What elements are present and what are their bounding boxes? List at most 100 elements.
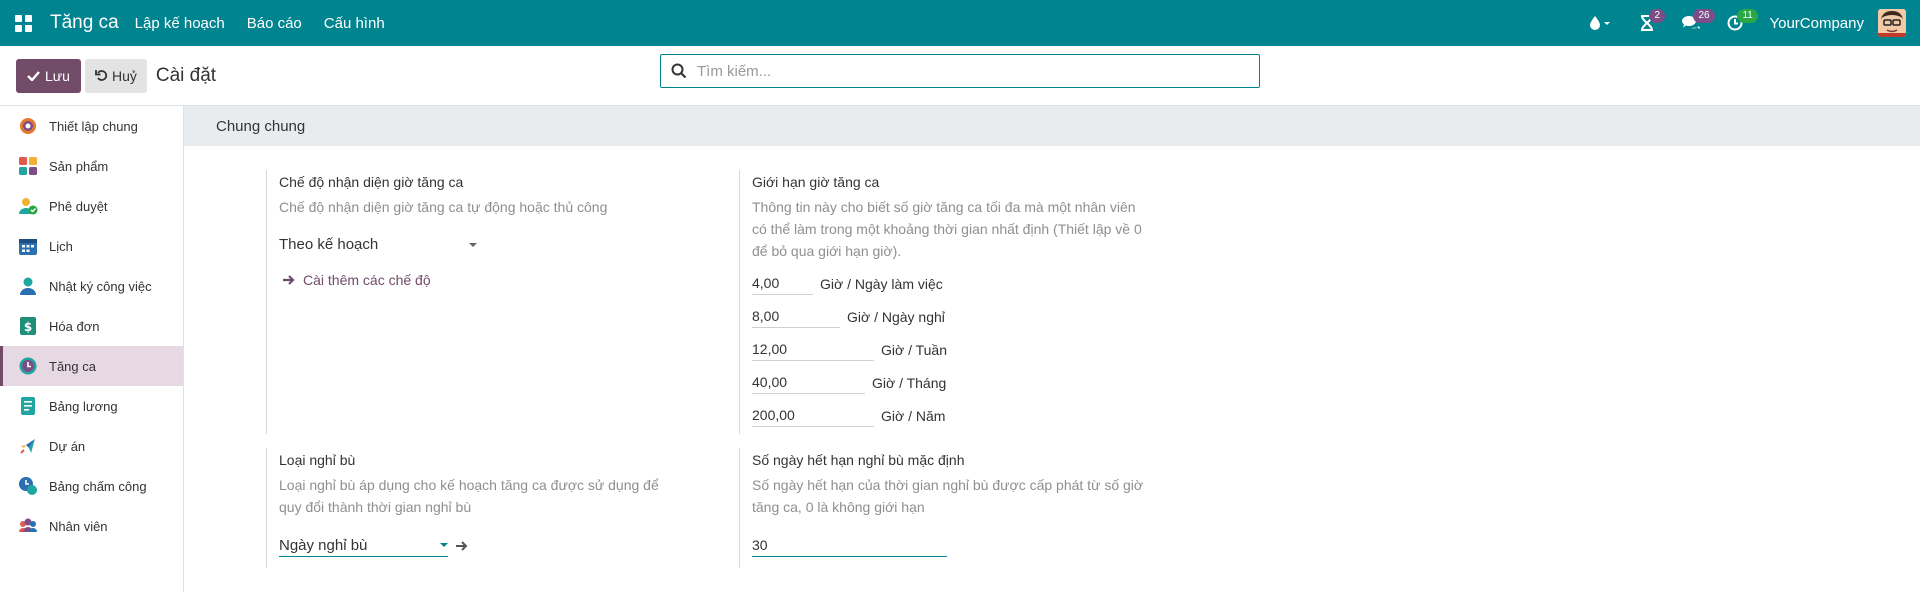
limit-week-unit: Giờ / Tuần [881, 341, 947, 358]
limit-month-unit: Giờ / Tháng [872, 374, 947, 391]
calendar-icon [18, 236, 38, 256]
chevron-down-icon [440, 543, 448, 547]
limit-row-week: 12,00 Giờ / Tuần [752, 338, 1159, 361]
expiry-days-input[interactable]: 30 [752, 534, 947, 557]
employee-icon [18, 516, 38, 536]
sidebar-item-invoice[interactable]: $ Hóa đơn [0, 306, 183, 346]
general-settings-icon [18, 116, 38, 136]
sidebar-item-label: Phê duyệt [49, 198, 108, 214]
approval-icon [18, 196, 38, 216]
sidebar-item-product[interactable]: Sản phẩm [0, 146, 183, 186]
recognition-mode-select[interactable]: Theo kế hoạch [279, 236, 477, 254]
sidebar-item-label: Lịch [49, 238, 73, 254]
search-input[interactable] [697, 62, 1259, 80]
menu-planning[interactable]: Lập kế hoạch [135, 15, 225, 32]
user-avatar[interactable] [1878, 9, 1906, 37]
invoice-icon: $ [18, 316, 38, 336]
setting-recognition-mode: Chế độ nhận diện giờ tăng ca Chế độ nhận… [266, 170, 686, 434]
limit-row-dayoff: 8,00 Giờ / Ngày nghỉ [752, 305, 1159, 328]
limit-workday-input[interactable]: 4,00 [752, 272, 813, 295]
recognition-mode-value: Theo kế hoạch [279, 236, 379, 253]
sidebar-item-label: Tăng ca [49, 358, 96, 374]
arrow-right-icon [283, 275, 295, 285]
product-icon [18, 156, 38, 176]
search-bar [660, 54, 1260, 88]
setting-leave-type: Loại nghỉ bù Loại nghỉ bù áp dụng cho kế… [266, 448, 686, 568]
install-more-modes-link[interactable]: Cài thêm các chế độ [279, 272, 686, 288]
limit-dayoff-input[interactable]: 8,00 [752, 305, 840, 328]
sidebar-item-label: Nhật ký công việc [49, 278, 152, 294]
messages-icon[interactable]: 26 [1678, 0, 1715, 46]
undo-icon [95, 70, 108, 81]
sidebar-item-work-log[interactable]: Nhật ký công việc [0, 266, 183, 306]
project-icon [18, 436, 38, 456]
messages-badge: 26 [1693, 9, 1715, 23]
section-title: Chung chung [184, 106, 1920, 146]
control-panel: Lưu Huỷ Cài đặt [0, 46, 1920, 106]
sidebar-item-employee[interactable]: Nhân viên [0, 506, 183, 546]
limit-title: Giới hạn giờ tăng ca [752, 174, 880, 190]
drop-icon[interactable] [1584, 0, 1616, 46]
install-more-modes-label: Cài thêm các chế độ [303, 272, 431, 288]
leave-type-title: Loại nghỉ bù [279, 452, 356, 468]
limit-desc: Thông tin này cho biết số giờ tăng ca tố… [752, 199, 1142, 259]
svg-text:$: $ [24, 320, 32, 334]
overtime-icon [18, 356, 38, 376]
timesheet-icon [18, 476, 38, 496]
sidebar-item-approval[interactable]: Phê duyệt [0, 186, 183, 226]
sidebar-item-overtime[interactable]: Tăng ca [0, 346, 183, 386]
setting-default-expiry: Số ngày hết hạn nghỉ bù mặc định Số ngày… [739, 448, 1159, 568]
settings-main: Chung chung Chế độ nhận diện giờ tăng ca… [184, 106, 1920, 592]
settings-sidebar: Thiết lập chung Sản phẩm Phê duyệt Lịch … [0, 106, 184, 592]
payroll-icon [18, 396, 38, 416]
top-navbar: Tăng ca Lập kế hoạch Báo cáo Cấu hình 2 … [0, 0, 1920, 46]
limit-row-year: 200,00 Giờ / Năm [752, 404, 1159, 427]
activity-badge: 2 [1649, 9, 1666, 23]
save-label: Lưu [45, 67, 70, 84]
page-title: Cài đặt [155, 64, 217, 86]
sidebar-item-label: Bảng chấm công [49, 478, 147, 494]
sidebar-item-general[interactable]: Thiết lập chung [0, 106, 183, 146]
menu-configuration[interactable]: Cấu hình [324, 15, 385, 32]
limit-dayoff-unit: Giờ / Ngày nghỉ [847, 308, 945, 325]
sidebar-item-label: Thiết lập chung [49, 118, 138, 134]
apps-menu-icon[interactable] [0, 0, 46, 46]
timer-badge: 11 [1737, 9, 1758, 23]
search-icon [671, 63, 687, 79]
leave-type-select[interactable]: Ngày nghỉ bù [279, 534, 448, 557]
sidebar-item-label: Bảng lương [49, 398, 118, 414]
cancel-button[interactable]: Huỷ [84, 58, 147, 93]
limit-month-input[interactable]: 40,00 [752, 371, 865, 394]
sidebar-item-label: Nhân viên [49, 518, 108, 534]
sidebar-item-payroll[interactable]: Bảng lương [0, 386, 183, 426]
sidebar-item-timesheet[interactable]: Bảng chấm công [0, 466, 183, 506]
sidebar-item-project[interactable]: Dự án [0, 426, 183, 466]
save-button[interactable]: Lưu [16, 58, 81, 93]
timer-icon[interactable]: 11 [1722, 0, 1758, 46]
leave-type-desc: Loại nghỉ bù áp dụng cho kế hoạch tăng c… [279, 477, 659, 515]
cancel-label: Huỷ [111, 67, 137, 84]
chevron-down-icon [469, 242, 477, 247]
app-name[interactable]: Tăng ca [50, 12, 119, 34]
check-icon [27, 71, 40, 81]
recognition-desc: Chế độ nhận diện giờ tăng ca tự động hoặ… [279, 199, 608, 215]
recognition-title: Chế độ nhận diện giờ tăng ca [279, 174, 464, 190]
limit-row-workday: 4,00 Giờ / Ngày làm việc [752, 272, 1159, 295]
sidebar-item-label: Hóa đơn [49, 318, 100, 334]
limit-row-month: 40,00 Giờ / Tháng [752, 371, 1159, 394]
leave-type-value: Ngày nghỉ bù [279, 536, 368, 554]
expiry-desc: Số ngày hết hạn của thời gian nghỉ bù đư… [752, 477, 1144, 515]
limit-week-input[interactable]: 12,00 [752, 338, 874, 361]
menu-reports[interactable]: Báo cáo [247, 15, 302, 32]
open-record-arrow-icon[interactable] [455, 540, 469, 552]
sidebar-item-label: Sản phẩm [49, 158, 109, 174]
setting-overtime-limit: Giới hạn giờ tăng ca Thông tin này cho b… [739, 170, 1159, 434]
limit-workday-unit: Giờ / Ngày làm việc [820, 275, 943, 292]
work-log-icon [18, 276, 38, 296]
activity-hourglass-icon[interactable]: 2 [1634, 0, 1666, 46]
sidebar-item-calendar[interactable]: Lịch [0, 226, 183, 266]
expiry-title: Số ngày hết hạn nghỉ bù mặc định [752, 452, 965, 468]
limit-year-unit: Giờ / Năm [881, 407, 946, 424]
limit-year-input[interactable]: 200,00 [752, 404, 874, 427]
company-switcher[interactable]: YourCompany [1769, 15, 1864, 32]
